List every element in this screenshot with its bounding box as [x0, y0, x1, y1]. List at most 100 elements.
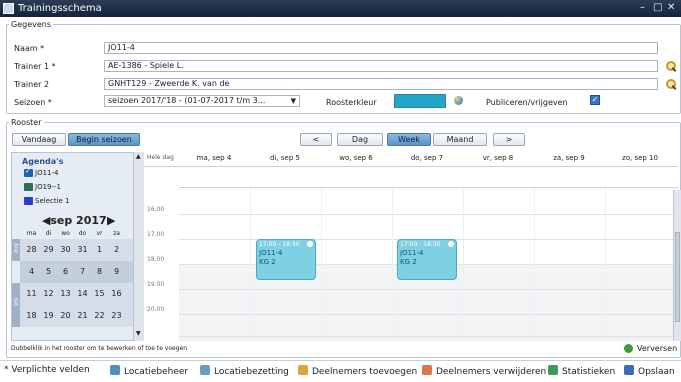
remove-users-icon	[422, 365, 432, 375]
publiceren-label: Publiceren/vrijgeven	[486, 98, 568, 107]
weekday-label: ma	[26, 230, 37, 237]
day-header[interactable]: ma, sep 4	[179, 154, 249, 163]
prev-month-icon[interactable]: ◀	[42, 214, 50, 228]
statistieken-button[interactable]: Statistieken	[548, 365, 615, 378]
day-header[interactable]: do, sep 7	[392, 154, 462, 163]
gegevens-legend: Gegevens	[11, 20, 52, 29]
calendar-scrollbar[interactable]	[673, 190, 681, 341]
opslaan-button[interactable]: Opslaan	[624, 365, 675, 378]
roosterkleur-label: Roosterkleur	[326, 98, 377, 107]
day-cell[interactable]: 18	[24, 311, 39, 321]
day-cell[interactable]: 16	[109, 289, 124, 299]
view-week-button[interactable]: Week	[387, 133, 431, 146]
maximize-icon[interactable]: □	[653, 1, 662, 14]
day-header[interactable]: zo, sep 10	[605, 154, 675, 163]
day-header[interactable]: di, sep 5	[250, 154, 320, 163]
agenda-title: Agenda's	[22, 157, 64, 166]
weekday-label: do	[78, 230, 87, 237]
day-cell[interactable]: 6	[58, 267, 73, 277]
vandaag-button[interactable]: Vandaag	[12, 133, 66, 146]
hour-label: 17.00	[147, 231, 165, 238]
day-cell[interactable]: 5	[41, 267, 56, 277]
weekday-label: vr	[96, 230, 103, 237]
day-cell[interactable]: 22	[92, 311, 107, 321]
day-header[interactable]: vr, sep 8	[463, 154, 533, 163]
chart-icon	[548, 365, 558, 375]
col-divider	[463, 188, 464, 341]
day-cell[interactable]: 12	[41, 289, 56, 299]
locatiebeheer-button[interactable]: Locatiebeheer	[110, 365, 188, 378]
close-icon[interactable]: ✕	[667, 1, 675, 14]
day-cell[interactable]: 4	[24, 267, 39, 277]
day-cell[interactable]: 11	[24, 289, 39, 299]
trainer2-search-icon[interactable]	[666, 79, 676, 89]
calendar-event[interactable]: 17:00 - 18:30 JO11-4 KG 2	[397, 239, 457, 280]
deelnemers-verwijderen-button[interactable]: Deelnemers verwijderen	[422, 365, 546, 378]
publiceren-checkbox[interactable]: ✓	[590, 95, 600, 105]
hour-label: 18.00	[147, 256, 165, 263]
day-cell[interactable]: 19	[41, 311, 56, 321]
hour-label: 20.00	[147, 306, 165, 313]
scroll-thumb[interactable]	[675, 232, 680, 322]
chevron-down-icon: ▼	[290, 97, 296, 105]
minimize-icon[interactable]: –	[640, 1, 645, 14]
calendar-item-jo19[interactable]: JO19--1	[35, 183, 61, 192]
prev-week-button[interactable]: <	[300, 133, 332, 146]
day-cell[interactable]: 2	[109, 245, 124, 255]
scroll-up-icon[interactable]: ▲	[136, 153, 141, 160]
trainer1-search-icon[interactable]	[666, 61, 676, 71]
calendar-item-jo11[interactable]: JO11-4	[35, 169, 58, 178]
color-picker-icon[interactable]	[454, 96, 463, 105]
day-cell[interactable]: 9	[109, 267, 124, 277]
hour-line	[179, 214, 678, 215]
calendar-checkbox-jo19[interactable]	[24, 183, 33, 191]
naam-field[interactable]: JO11-4	[104, 42, 658, 54]
calendar-checkbox-selectie1[interactable]	[24, 197, 33, 205]
event-location: KG 2	[400, 258, 417, 266]
day-cell[interactable]: 15	[92, 289, 107, 299]
day-header[interactable]: za, sep 9	[534, 154, 604, 163]
day-cell[interactable]: 14	[75, 289, 90, 299]
app-icon	[3, 3, 14, 14]
allday-row[interactable]	[179, 166, 678, 188]
day-cell[interactable]: 20	[58, 311, 73, 321]
day-cell[interactable]: 13	[58, 289, 73, 299]
location-icon	[200, 365, 210, 375]
next-week-button[interactable]: >	[493, 133, 525, 146]
month-navigator: ◀ sep 2017 ▶	[12, 214, 143, 228]
roosterkleur-swatch[interactable]	[394, 94, 446, 108]
day-cell[interactable]: 28	[24, 245, 39, 255]
day-cell[interactable]: 31	[75, 245, 90, 255]
locatiebezetting-button[interactable]: Locatiebezetting	[200, 365, 289, 378]
view-maand-button[interactable]: Maand	[433, 133, 487, 146]
sidebar-scrollbar[interactable]: ▲ ▼	[133, 152, 144, 341]
week-calendar[interactable]: Hele dag ma, sep 4 di, sep 5 wo, sep 6 d…	[144, 152, 678, 341]
day-cell[interactable]: 8	[92, 267, 107, 277]
day-header[interactable]: wo, sep 6	[321, 154, 391, 163]
scroll-down-icon[interactable]: ▼	[136, 330, 141, 337]
trainer1-field[interactable]: AE-1386 - Spiele L.	[104, 60, 658, 72]
next-month-icon[interactable]: ▶	[107, 214, 115, 228]
seizoen-label: Seizoen *	[14, 98, 52, 107]
refresh-link[interactable]: Verversen	[637, 344, 677, 353]
trainer2-field[interactable]: GNHT129 - Zweerde K. van de	[104, 78, 658, 90]
save-icon	[624, 365, 634, 375]
day-cell[interactable]: 21	[75, 311, 90, 321]
seizoen-select[interactable]: seizoen 2017/'18 - (01-07-2017 t/m 3... …	[104, 95, 300, 107]
deelnemers-toevoegen-button[interactable]: Deelnemers toevoegen	[298, 365, 417, 378]
add-users-icon	[298, 365, 308, 375]
day-cell[interactable]: 29	[41, 245, 56, 255]
day-cell[interactable]: 23	[109, 311, 124, 321]
begin-seizoen-button[interactable]: Begin seizoen	[68, 133, 140, 146]
opslaan-label: Opslaan	[638, 367, 675, 377]
calendar-item-selectie1[interactable]: Selectie 1	[35, 197, 70, 206]
day-cell[interactable]: 7	[75, 267, 90, 277]
refresh-icon[interactable]	[624, 344, 633, 353]
view-dag-button[interactable]: Dag	[337, 133, 383, 146]
required-fields-note: * Verplichte velden	[4, 365, 90, 375]
info-icon[interactable]	[307, 241, 313, 247]
info-icon[interactable]	[448, 241, 454, 247]
calendar-event[interactable]: 17:00 - 18:30 JO11-4 KG 2	[256, 239, 316, 280]
day-cell[interactable]: 1	[92, 245, 107, 255]
day-cell[interactable]: 30	[58, 245, 73, 255]
